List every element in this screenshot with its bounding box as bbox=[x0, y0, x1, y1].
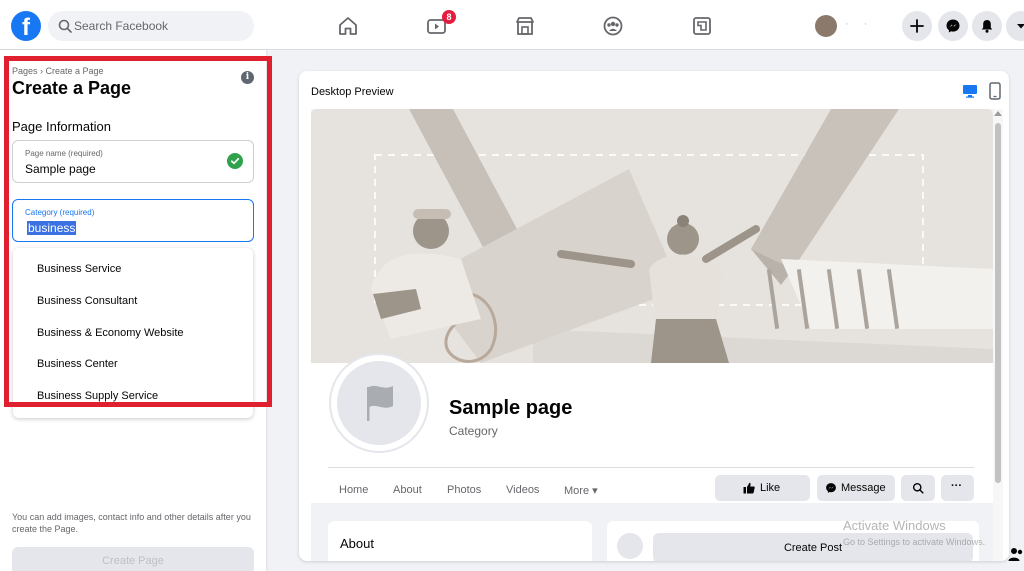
windows-activation-subtitle: Go to Settings to activate Windows. bbox=[843, 537, 986, 547]
preview-scrollbar-thumb[interactable] bbox=[995, 123, 1001, 483]
scroll-up-arrow-icon[interactable] bbox=[994, 111, 1002, 116]
messenger-button[interactable] bbox=[938, 11, 968, 41]
message-button[interactable]: Message bbox=[817, 475, 895, 501]
plus-icon bbox=[910, 19, 924, 33]
user-avatar[interactable] bbox=[815, 15, 837, 37]
profile-picture bbox=[329, 353, 429, 453]
tab-home[interactable]: Home bbox=[339, 484, 368, 496]
create-button[interactable] bbox=[902, 11, 932, 41]
notifications-icon bbox=[981, 20, 993, 33]
search-icon bbox=[912, 482, 924, 494]
page-header: Sample page Category Home About Photos V… bbox=[311, 353, 993, 503]
about-card: About bbox=[328, 521, 592, 561]
groups-icon[interactable] bbox=[599, 12, 627, 40]
flag-icon bbox=[367, 385, 393, 421]
create-page-button[interactable]: Create Page bbox=[12, 547, 254, 571]
thumbs-up-icon bbox=[743, 482, 755, 494]
tab-photos[interactable]: Photos bbox=[447, 484, 481, 496]
account-menu-icon bbox=[1017, 24, 1024, 29]
notifications-button[interactable] bbox=[972, 11, 1002, 41]
message-button-label: Message bbox=[841, 482, 886, 494]
like-button[interactable]: Like bbox=[715, 475, 810, 501]
post-avatar bbox=[617, 533, 643, 559]
facebook-logo[interactable]: f bbox=[11, 11, 41, 41]
preview-label: Desktop Preview bbox=[311, 86, 394, 98]
desktop-preview-card: Desktop Preview Sample page Category Hom… bbox=[299, 71, 1009, 561]
gaming-icon[interactable] bbox=[688, 12, 716, 40]
page-preview: Sample page Category Home About Photos V… bbox=[311, 109, 993, 561]
home-icon[interactable] bbox=[334, 12, 362, 40]
windows-activation-title: Activate Windows bbox=[843, 518, 946, 533]
desktop-view-icon[interactable] bbox=[962, 83, 978, 99]
more-options-label: ··· bbox=[951, 480, 962, 492]
tab-about[interactable]: About bbox=[393, 484, 422, 496]
tab-videos[interactable]: Videos bbox=[506, 484, 539, 496]
search-placeholder: Search Facebook bbox=[74, 19, 169, 33]
preview-page-name: Sample page bbox=[449, 397, 573, 419]
messenger-small-icon bbox=[826, 483, 836, 493]
preview-page-category: Category bbox=[449, 424, 498, 438]
tab-more[interactable]: More ▾ bbox=[564, 484, 598, 497]
marketplace-icon[interactable] bbox=[511, 12, 539, 40]
people-icon[interactable] bbox=[1008, 546, 1024, 562]
about-title: About bbox=[340, 536, 374, 551]
cover-photo-illustration bbox=[311, 109, 993, 363]
like-button-label: Like bbox=[760, 482, 781, 494]
help-text: You can add images, contact info and oth… bbox=[12, 512, 251, 534]
page-search-button[interactable] bbox=[901, 475, 935, 501]
search-bar[interactable]: Search Facebook bbox=[48, 11, 254, 41]
top-navigation-bar: f Search Facebook 8 · · bbox=[0, 0, 1024, 50]
user-name[interactable]: · · bbox=[845, 18, 873, 30]
highlight-annotation-box bbox=[4, 56, 272, 407]
watch-notification-badge: 8 bbox=[442, 10, 456, 24]
search-icon bbox=[58, 19, 72, 33]
mobile-view-icon[interactable] bbox=[989, 82, 1001, 100]
more-options-button[interactable]: ··· bbox=[941, 475, 974, 501]
tabs-divider bbox=[328, 467, 974, 468]
account-menu-button[interactable] bbox=[1006, 11, 1024, 41]
messenger-icon bbox=[946, 19, 960, 33]
